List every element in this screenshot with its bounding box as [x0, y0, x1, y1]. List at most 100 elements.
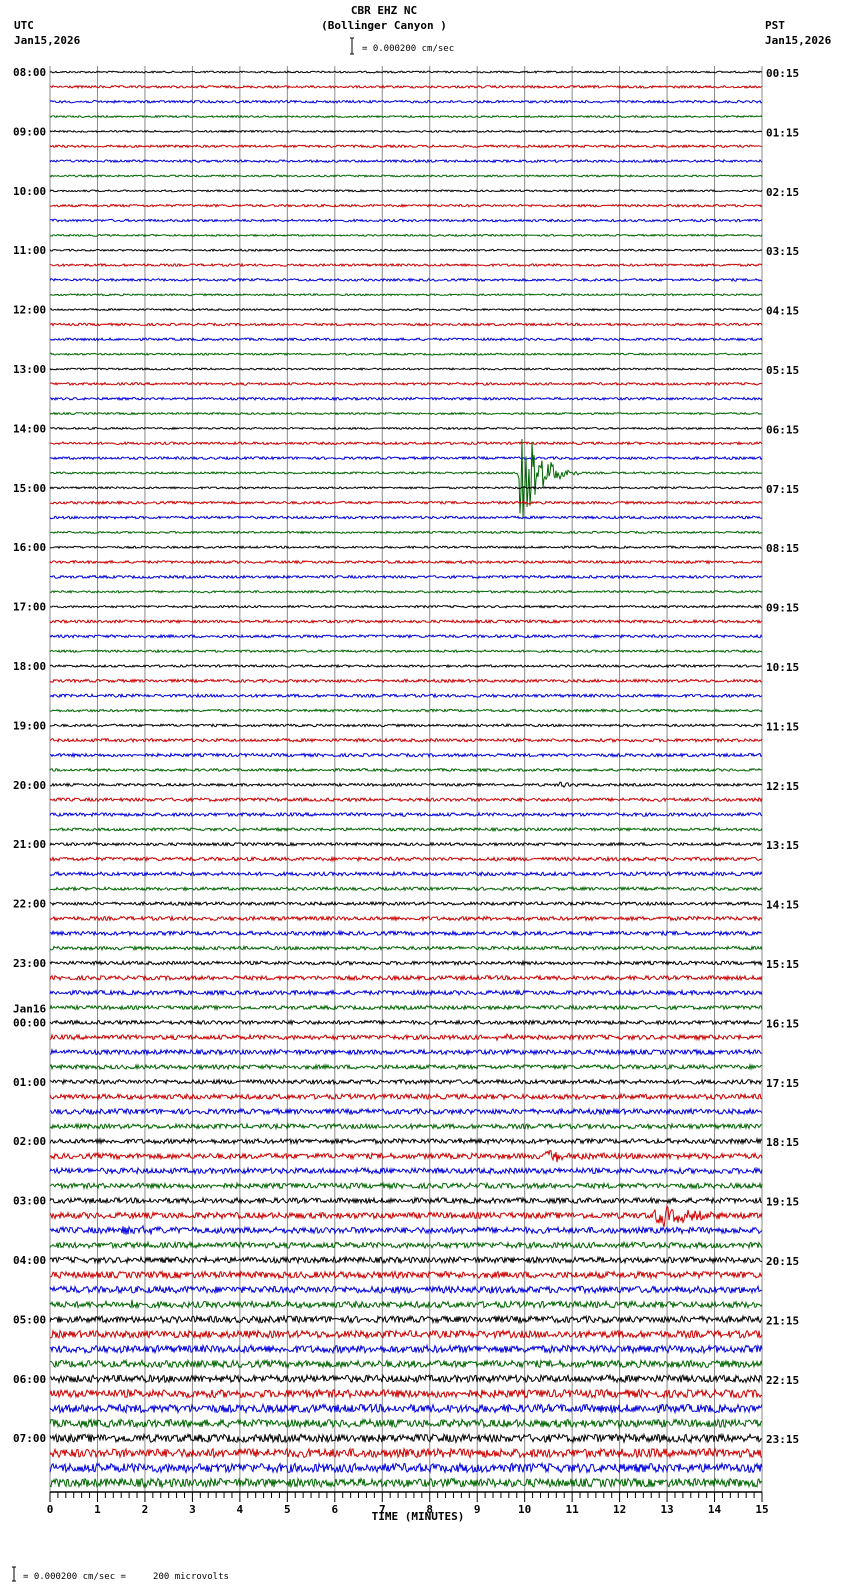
trace-line — [49, 500, 763, 506]
x-tick-label: 11 — [566, 1503, 580, 1516]
left-time-label: 07:00 — [13, 1432, 46, 1445]
trace-line — [49, 440, 763, 446]
left-time-label: 23:00 — [13, 957, 46, 970]
trace-line — [49, 1476, 763, 1489]
trace-line — [49, 262, 763, 268]
trace-line — [49, 796, 763, 803]
x-tick-label: 12 — [613, 1503, 626, 1516]
right-time-label: 08:15 — [766, 542, 799, 555]
trace-line — [49, 1373, 763, 1385]
trace-line — [49, 1447, 763, 1460]
trace-line — [49, 1122, 763, 1131]
trace-line — [49, 974, 763, 982]
trace-line — [49, 914, 763, 923]
right-time-label: 06:15 — [766, 423, 799, 436]
trace-line — [49, 1461, 763, 1475]
trace-line — [49, 929, 763, 937]
trace-line — [49, 1224, 763, 1236]
trace-line — [49, 1269, 763, 1280]
left-time-label: 05:00 — [13, 1313, 46, 1326]
x-tick-label: 2 — [142, 1503, 149, 1516]
trace-line — [49, 767, 762, 773]
right-time-label: 01:15 — [766, 126, 799, 139]
right-time-label: 12:15 — [766, 780, 799, 793]
left-time-label: 16:00 — [13, 541, 46, 554]
left-time-label: 10:00 — [13, 185, 46, 198]
trace-line — [49, 322, 763, 327]
x-tick-label: 15 — [755, 1503, 768, 1516]
trace-line — [49, 1299, 763, 1310]
left-time-label: 20:00 — [13, 779, 46, 792]
trace-line — [49, 1328, 763, 1340]
trace-line — [49, 1181, 763, 1191]
left-time-label: 19:00 — [13, 719, 46, 732]
trace-line — [49, 692, 763, 699]
right-time-label: 18:15 — [766, 1136, 799, 1149]
left-time-label: 13:00 — [13, 363, 46, 376]
trace-line — [49, 1003, 763, 1012]
trace-line — [49, 129, 763, 134]
left-time-label: 00:00 — [13, 1016, 46, 1029]
trace-line — [49, 114, 763, 119]
trace-line — [49, 752, 763, 759]
trace-line — [49, 485, 763, 490]
trace-line — [49, 648, 763, 654]
scale-bar-icon — [350, 37, 354, 55]
trace-line — [49, 1204, 763, 1228]
right-time-label: 21:15 — [766, 1314, 799, 1327]
right-time-label: 03:15 — [766, 245, 799, 258]
trace-line — [49, 589, 763, 594]
trace-line — [49, 855, 763, 863]
x-tick-label: 5 — [284, 1503, 291, 1516]
traces — [49, 70, 763, 1489]
trace-line — [49, 1432, 763, 1445]
left-time-label: 14:00 — [13, 422, 46, 435]
trace-line — [49, 1063, 762, 1071]
x-axis-label: TIME (MINUTES) — [372, 1510, 465, 1523]
left-date-change-label: Jan16 — [13, 1002, 46, 1015]
trace-line — [49, 277, 762, 283]
trace-line — [49, 292, 763, 297]
right-time-label: 13:15 — [766, 839, 799, 852]
trace-line — [49, 411, 763, 416]
left-time-label: 01:00 — [13, 1076, 46, 1089]
trace-line — [49, 959, 763, 967]
x-tick-label: 1 — [94, 1503, 101, 1516]
trace-line — [49, 870, 763, 878]
helicorder-chart: CBR EHZ NC (Bollinger Canyon ) = 0.00020… — [12, 4, 832, 1582]
trace-line — [49, 559, 763, 565]
left-time-label: 04:00 — [13, 1254, 46, 1267]
trace-line — [49, 367, 763, 371]
trace-line — [49, 574, 763, 580]
x-tick-label: 10 — [518, 1503, 531, 1516]
footer-scale-icon — [12, 1566, 16, 1582]
left-time-label: 03:00 — [13, 1195, 46, 1208]
right-time-label: 22:15 — [766, 1374, 799, 1387]
trace-line — [49, 307, 763, 312]
left-time-label: 15:00 — [13, 482, 46, 495]
trace-line — [49, 545, 763, 550]
trace-line — [49, 426, 763, 431]
trace-line — [49, 455, 763, 461]
x-tick-label: 9 — [474, 1503, 481, 1516]
time-labels: 08:00 09:00 10:00 11:00 12:00 13:00 14:00 15:00… — [13, 66, 799, 1446]
x-tick-label: 14 — [708, 1503, 722, 1516]
footer-scale-note: = 0.000200 cm/sec = 200 microvolts — [23, 1572, 229, 1582]
trace-line — [49, 84, 763, 90]
trace-line — [49, 1196, 763, 1205]
right-date: Jan15,2026 — [765, 34, 832, 47]
scale-text: = 0.000200 cm/sec — [362, 44, 454, 54]
left-time-label: 02:00 — [13, 1135, 46, 1148]
trace-line — [49, 218, 763, 223]
trace-line — [49, 1166, 763, 1176]
trace-line — [49, 781, 763, 789]
right-time-label: 17:15 — [766, 1077, 799, 1090]
right-time-label: 07:15 — [766, 483, 799, 496]
trace-line — [49, 737, 763, 744]
trace-line — [49, 233, 763, 238]
trace-line — [49, 248, 763, 252]
trace-line — [49, 678, 763, 684]
trace-line — [49, 1032, 763, 1042]
trace-line — [49, 1388, 763, 1400]
right-time-label: 23:15 — [766, 1433, 799, 1446]
